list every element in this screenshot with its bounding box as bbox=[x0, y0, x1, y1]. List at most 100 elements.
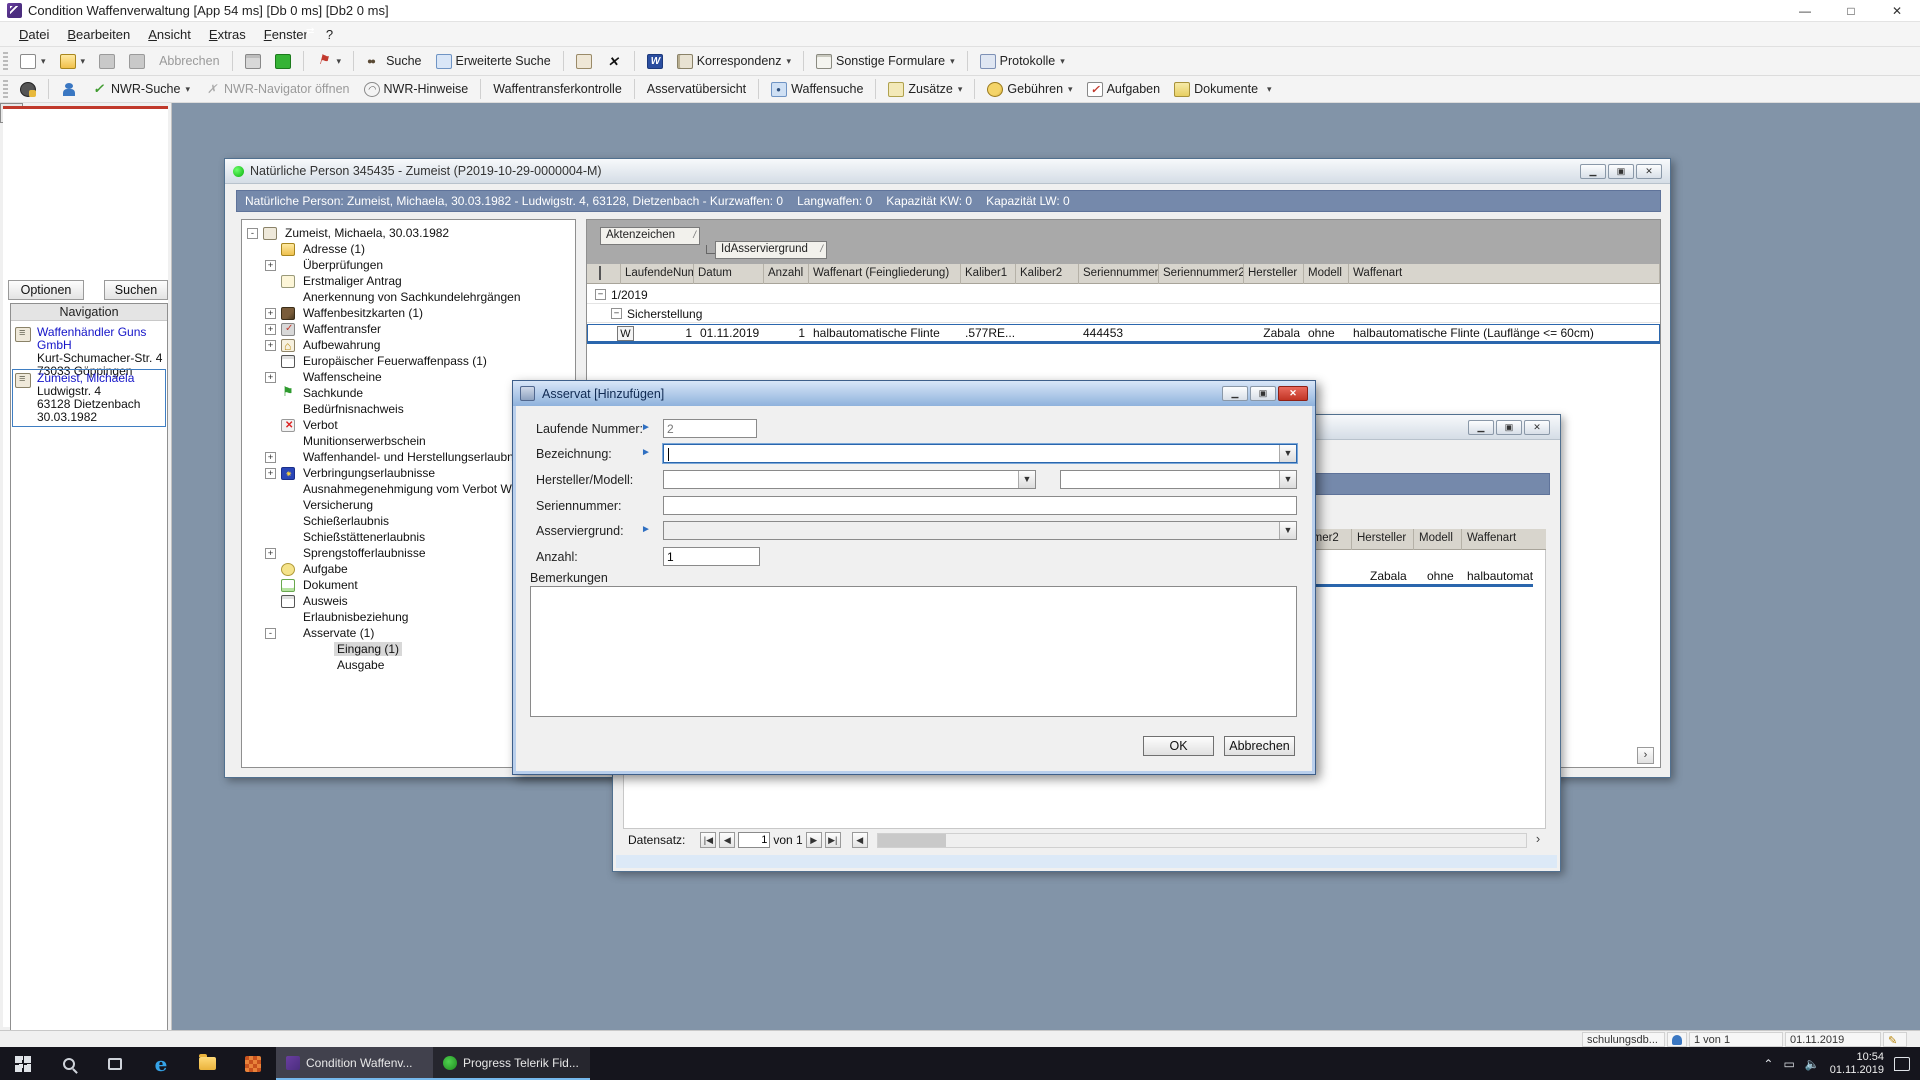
open-button[interactable]: ▾ bbox=[54, 50, 92, 73]
nwr-navigator-button[interactable]: NWR-Navigator öffnen bbox=[198, 78, 356, 101]
horizontal-scrollbar[interactable] bbox=[877, 833, 1527, 848]
close-button[interactable]: ✕ bbox=[1636, 164, 1662, 179]
bemerkungen-textarea[interactable] bbox=[530, 586, 1297, 717]
expand-toggle-icon[interactable]: + bbox=[265, 308, 276, 319]
asservat-row[interactable]: W 1 01.11.2019 1 halbautomatische Flinte… bbox=[587, 324, 1660, 344]
ok-button[interactable]: OK bbox=[1143, 736, 1214, 756]
laufende-nummer-input[interactable] bbox=[663, 419, 757, 438]
modell-combobox[interactable]: ▼ bbox=[1060, 470, 1297, 489]
gebuehren-button[interactable]: Gebühren▾ bbox=[981, 78, 1078, 101]
taskbar-search-button[interactable] bbox=[46, 1047, 92, 1080]
tree-item[interactable]: + Waffentransfer bbox=[242, 321, 575, 337]
column-header[interactable]: Waffenart bbox=[1467, 532, 1516, 544]
dropdown-arrow-icon[interactable]: ▼ bbox=[1279, 471, 1296, 488]
tree-item[interactable]: Europäischer Feuerwaffenpass (1) bbox=[242, 353, 575, 369]
task-condition[interactable]: Condition Waffenv... bbox=[276, 1047, 433, 1080]
start-button[interactable] bbox=[0, 1047, 46, 1080]
hersteller-combobox[interactable]: ▼ bbox=[663, 470, 1036, 489]
column-header[interactable]: Hersteller bbox=[1244, 264, 1304, 284]
waffentransferkontrolle-button[interactable]: Waffentransferkontrolle bbox=[487, 78, 628, 100]
prev-record-button[interactable]: ◀ bbox=[719, 832, 735, 848]
preview-button[interactable] bbox=[269, 50, 297, 73]
edge-button[interactable]: e bbox=[138, 1047, 184, 1080]
expand-toggle-icon[interactable]: + bbox=[265, 468, 276, 479]
column-header[interactable]: Modell bbox=[1419, 532, 1453, 544]
column-header[interactable]: Seriennummer2 bbox=[1159, 264, 1244, 284]
column-header-icon[interactable] bbox=[587, 264, 621, 284]
nav-entry-person[interactable]: Zumeist, Michaela Ludwigstr. 4 63128 Die… bbox=[13, 370, 165, 426]
column-header[interactable]: Modell bbox=[1304, 264, 1349, 284]
expand-toggle-icon[interactable]: + bbox=[265, 548, 276, 559]
close-button[interactable]: ✕ bbox=[1524, 420, 1550, 435]
person-button[interactable] bbox=[55, 78, 83, 101]
search-button[interactable]: Suche bbox=[360, 50, 427, 73]
last-record-button[interactable]: ▶| bbox=[825, 832, 841, 848]
aufgaben-button[interactable]: Aufgaben bbox=[1081, 78, 1167, 101]
waffensuche-button[interactable]: Waffensuche bbox=[765, 78, 869, 101]
dokumente-button[interactable]: Dokumente bbox=[1168, 78, 1264, 101]
protokolle-button[interactable]: Protokolle▾ bbox=[974, 50, 1071, 73]
expand-toggle-icon[interactable]: - bbox=[247, 228, 258, 239]
person-window-titlebar[interactable]: Natürliche Person 345435 - Zumeist (P201… bbox=[225, 159, 1670, 184]
bezeichnung-combobox[interactable]: ▼ bbox=[663, 444, 1297, 463]
tree-item[interactable]: Adresse (1) bbox=[242, 241, 575, 257]
expand-toggle-icon[interactable]: + bbox=[265, 372, 276, 383]
column-header[interactable]: Hersteller bbox=[1357, 532, 1406, 544]
tree-item[interactable]: - Zumeist, Michaela, 30.03.1982 bbox=[242, 225, 575, 241]
menu-item[interactable]: Ansicht bbox=[139, 24, 200, 45]
dropdown-arrow-icon[interactable]: ▼ bbox=[1279, 445, 1296, 462]
minimize-button[interactable]: — bbox=[1782, 0, 1828, 22]
group-field-aktenzeichen[interactable]: Aktenzeichen/ bbox=[600, 227, 700, 245]
column-header[interactable]: Datum bbox=[694, 264, 764, 284]
pinned-app-button[interactable] bbox=[230, 1047, 276, 1080]
close-button[interactable]: ✕ bbox=[1278, 386, 1308, 401]
print-button[interactable] bbox=[239, 50, 267, 73]
suchen-button[interactable]: Suchen bbox=[104, 280, 168, 300]
nwr-globe-button[interactable] bbox=[14, 78, 42, 101]
group-field-idasserviergrund[interactable]: IdAsserviergrund/ bbox=[715, 241, 827, 259]
save-button[interactable] bbox=[93, 50, 121, 73]
asserviergrund-combobox[interactable]: ▼ bbox=[663, 521, 1297, 540]
optionen-button[interactable]: Optionen bbox=[8, 280, 84, 300]
first-record-button[interactable]: |◀ bbox=[700, 832, 716, 848]
expand-toggle-icon[interactable]: + bbox=[265, 260, 276, 271]
tree-item[interactable]: Erstmaliger Antrag bbox=[242, 273, 575, 289]
scroll-left-button[interactable]: ◀ bbox=[852, 832, 868, 848]
tray-expand-icon[interactable]: ⌃ bbox=[1763, 1057, 1773, 1071]
expand-toggle-icon[interactable]: + bbox=[265, 324, 276, 335]
collapse-icon[interactable]: − bbox=[611, 308, 622, 319]
dropdown-arrow-icon[interactable]: ▼ bbox=[1279, 522, 1296, 539]
column-header[interactable]: Kaliber2 bbox=[1016, 264, 1079, 284]
sonstige-formulare-button[interactable]: Sonstige Formulare▾ bbox=[810, 50, 961, 73]
nav-entry-title[interactable]: Waffenhändler Guns GmbH bbox=[37, 326, 165, 352]
tree-item[interactable]: + Waffenbesitzkarten (1) bbox=[242, 305, 575, 321]
column-header[interactable]: Kaliber1 bbox=[961, 264, 1016, 284]
tree-item[interactable]: Anerkennung von Sachkundelehrgängen bbox=[242, 289, 575, 305]
file-explorer-button[interactable] bbox=[184, 1047, 230, 1080]
expand-toggle-icon[interactable]: + bbox=[265, 340, 276, 351]
collapse-icon[interactable]: − bbox=[595, 289, 606, 300]
column-header[interactable]: Waffenart (Feingliederung) bbox=[809, 264, 961, 284]
minimize-button[interactable]: ▁ bbox=[1468, 420, 1494, 435]
properties-button[interactable] bbox=[570, 50, 598, 73]
expand-toggle-icon[interactable]: - bbox=[265, 628, 276, 639]
tree-item[interactable]: + Aufbewahrung bbox=[242, 337, 575, 353]
scroll-right-button[interactable]: › bbox=[1530, 832, 1546, 848]
task-progress-telerik[interactable]: Progress Telerik Fid... bbox=[433, 1047, 590, 1080]
scroll-right-button[interactable]: › bbox=[1637, 747, 1654, 764]
column-header[interactable]: Seriennummer1 bbox=[1079, 264, 1159, 284]
close-button[interactable]: ✕ bbox=[1874, 0, 1920, 22]
dropdown-arrow-icon[interactable]: ▼ bbox=[1018, 471, 1035, 488]
minimize-button[interactable]: ▁ bbox=[1580, 164, 1606, 179]
taskbar-clock[interactable]: 10:54 01.11.2019 bbox=[1830, 1051, 1884, 1077]
maximize-button[interactable]: □ bbox=[1828, 0, 1874, 22]
menu-item[interactable]: ? bbox=[317, 24, 342, 45]
abort-button[interactable]: Abbrechen bbox=[153, 50, 225, 72]
flag-filter-button[interactable]: ▾ bbox=[310, 50, 348, 73]
zusaetze-button[interactable]: Zusätze▾ bbox=[882, 78, 968, 101]
calendar-button[interactable] bbox=[0, 103, 23, 123]
menu-item[interactable]: Bearbeiten bbox=[58, 24, 139, 45]
new-button[interactable]: ▾ bbox=[14, 50, 52, 73]
nwr-suche-button[interactable]: NWR-Suche▾ bbox=[85, 78, 196, 101]
dialog-titlebar[interactable]: Asservat [Hinzufügen] ▁ ▣ ✕ bbox=[513, 381, 1315, 406]
